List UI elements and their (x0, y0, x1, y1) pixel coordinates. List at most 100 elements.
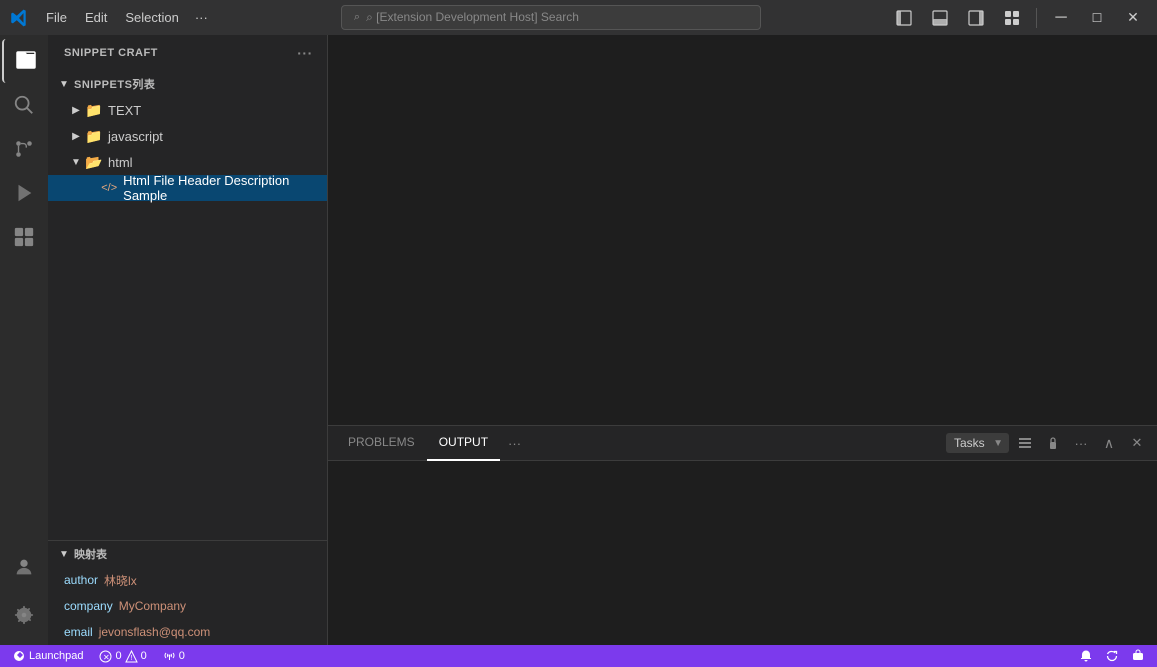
javascript-folder-label: javascript (108, 129, 163, 144)
menu-selection[interactable]: Selection (117, 6, 186, 29)
statusbar: Launchpad ✕ 0 ! 0 0 (0, 645, 1157, 667)
panel-right-actions: Tasks ▼ ··· ∧ (946, 431, 1149, 455)
map-value-company: MyCompany (119, 599, 186, 613)
svg-text:✕: ✕ (103, 653, 110, 662)
remote-status-icon (1131, 649, 1145, 663)
search-area: ⌕ ⌕ [Extension Development Host] Search (214, 5, 888, 30)
statusbar-error-count: 0 (115, 650, 121, 662)
search-placeholder: ⌕ [Extension Development Host] Search (366, 10, 579, 25)
map-root-label: 映射表 (74, 546, 107, 562)
broadcast-icon (163, 650, 176, 663)
map-key-email: email (64, 625, 93, 639)
html-folder-item[interactable]: html (48, 149, 327, 175)
account-icon (13, 556, 35, 578)
javascript-chevron (68, 128, 84, 144)
panel-tab-bar: PROBLEMS OUTPUT ··· Tasks ▼ (328, 426, 1157, 461)
minimize-btn[interactable]: ─ (1045, 6, 1077, 30)
sync-icon (1105, 649, 1119, 663)
maximize-btn[interactable]: ☐ (1081, 6, 1113, 30)
snippets-tree-root[interactable]: SNIPPETS列表 (48, 71, 327, 97)
panel-close-icon: ✕ (1132, 435, 1143, 451)
panel-up-icon: ∧ (1104, 435, 1114, 452)
activity-bar (0, 35, 48, 645)
map-root-chevron (56, 546, 72, 562)
html-file-label: Html File Header Description Sample (123, 173, 327, 203)
snippet-craft-title: SNIPPET CRAFT (64, 47, 158, 59)
activity-account[interactable] (2, 545, 46, 589)
explorer-icon (14, 49, 38, 73)
menu-bar: File Edit Selection ··· (38, 6, 214, 29)
statusbar-right (1075, 645, 1149, 667)
map-item-email: email jevonsflash@qq.com (48, 619, 327, 645)
panel-lock-btn[interactable] (1041, 431, 1065, 455)
text-folder-icon (86, 102, 102, 118)
activity-source-control[interactable] (2, 127, 46, 171)
panel: PROBLEMS OUTPUT ··· Tasks ▼ (328, 425, 1157, 645)
text-chevron (68, 102, 84, 118)
panel-content (328, 461, 1157, 645)
html-file-item[interactable]: Html File Header Description Sample (48, 175, 327, 201)
html-folder-icon (86, 154, 102, 170)
error-icon: ✕ (99, 650, 112, 663)
titlebar-actions: ─ ☐ ✕ (888, 6, 1149, 30)
tab-problems[interactable]: PROBLEMS (336, 426, 427, 461)
panel-close-btn[interactable]: ✕ (1125, 431, 1149, 455)
snippets-root-chevron (56, 76, 72, 92)
map-section-root[interactable]: 映射表 (48, 541, 327, 567)
extensions-icon (13, 226, 35, 248)
layout-btn[interactable] (996, 6, 1028, 30)
editor-main (328, 35, 1157, 425)
panel-list-btn[interactable] (1013, 431, 1037, 455)
close-btn[interactable]: ✕ (1117, 6, 1149, 30)
text-folder-item[interactable]: TEXT (48, 97, 327, 123)
main-layout: SNIPPET CRAFT ··· SNIPPETS列表 TEXT jav (0, 35, 1157, 645)
statusbar-broadcast[interactable]: 0 (159, 645, 189, 667)
map-section: 映射表 author 林晓lx company MyCompany email … (48, 541, 327, 645)
statusbar-errors[interactable]: ✕ 0 ! 0 (95, 645, 150, 667)
titlebar: File Edit Selection ··· ⌕ ⌕ [Extension D… (0, 0, 1157, 35)
statusbar-notification[interactable] (1075, 645, 1097, 667)
tab-more[interactable]: ··· (500, 432, 529, 455)
bell-icon (1079, 649, 1093, 663)
map-key-author: author (64, 573, 98, 587)
statusbar-remote-label: Launchpad (29, 650, 83, 662)
toggle-right-panel-btn[interactable] (960, 6, 992, 30)
vscode-logo (8, 7, 30, 29)
tab-output[interactable]: OUTPUT (427, 426, 500, 461)
statusbar-sync[interactable] (1101, 645, 1123, 667)
source-control-icon (13, 138, 35, 160)
map-key-company: company (64, 599, 113, 613)
snippet-craft-more[interactable]: ··· (295, 43, 315, 63)
activity-bar-bottom (2, 545, 46, 645)
statusbar-remote[interactable]: Launchpad (8, 645, 87, 667)
list-icon (1018, 436, 1032, 450)
activity-run[interactable] (2, 171, 46, 215)
toggle-sidebar-btn[interactable] (888, 6, 920, 30)
menu-edit[interactable]: Edit (77, 6, 115, 29)
activity-extensions[interactable] (2, 215, 46, 259)
activity-explorer[interactable] (2, 39, 46, 83)
text-folder-label: TEXT (108, 103, 141, 118)
warning-icon: ! (125, 650, 138, 663)
activity-search[interactable] (2, 83, 46, 127)
html-chevron (68, 154, 84, 170)
menu-file[interactable]: File (38, 6, 75, 29)
output-select[interactable]: Tasks (946, 433, 1009, 453)
map-item-company: company MyCompany (48, 593, 327, 619)
activity-settings[interactable] (2, 593, 46, 637)
run-icon (13, 182, 35, 204)
map-item-author: author 林晓lx (48, 567, 327, 593)
search-box[interactable]: ⌕ ⌕ [Extension Development Host] Search (341, 5, 761, 30)
statusbar-left: Launchpad ✕ 0 ! 0 0 (8, 645, 189, 667)
panel-up-btn[interactable]: ∧ (1097, 431, 1121, 455)
statusbar-remote-indicator[interactable] (1127, 645, 1149, 667)
panel-more-icon: ··· (1075, 436, 1088, 451)
menu-more[interactable]: ··· (189, 6, 214, 29)
search-icon: ⌕ (354, 11, 360, 24)
javascript-folder-item[interactable]: javascript (48, 123, 327, 149)
snippet-craft-actions: ··· (295, 43, 315, 63)
panel-more-btn[interactable]: ··· (1069, 431, 1093, 455)
snippets-section: SNIPPET CRAFT ··· SNIPPETS列表 TEXT jav (48, 35, 327, 541)
html-folder-label: html (108, 155, 133, 170)
toggle-panel-btn[interactable] (924, 6, 956, 30)
